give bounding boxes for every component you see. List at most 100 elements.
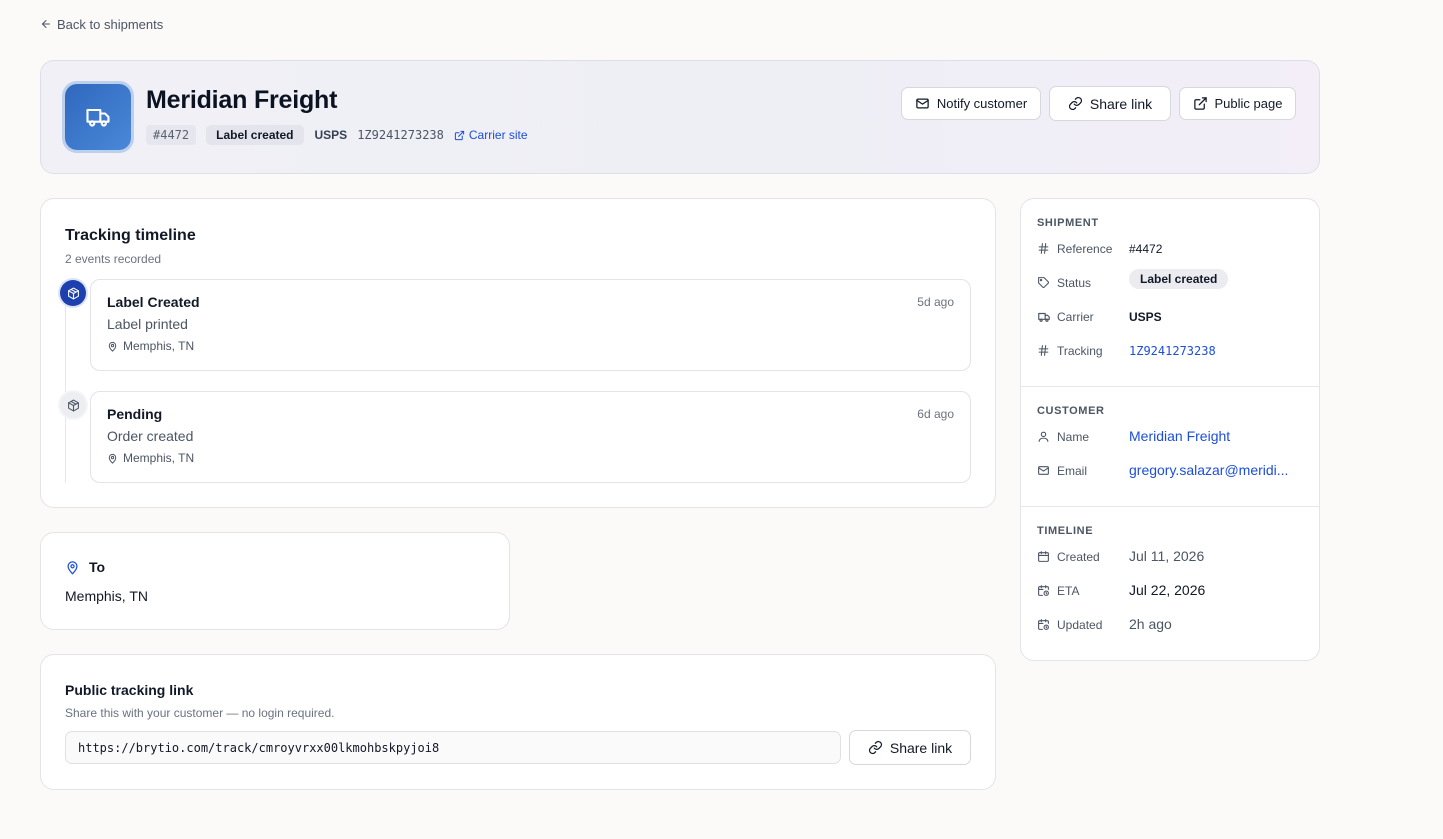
reference-field: Reference #4472 (1037, 239, 1303, 261)
email-label: Email (1057, 464, 1088, 478)
reference-badge: #4472 (146, 125, 197, 145)
event-time: 5d ago (917, 295, 954, 309)
status-badge: Label created (206, 125, 304, 145)
event-description: Label printed (107, 316, 188, 332)
public-link-title: Public tracking link (65, 682, 194, 698)
event-location-label: Memphis, TN (123, 339, 195, 353)
event-location: Memphis, TN (107, 339, 194, 353)
public-tracking-link-card: Public tracking link Share this with you… (40, 654, 996, 790)
calendar-clock-icon (1037, 618, 1051, 632)
public-page-label: Public page (1214, 96, 1283, 111)
created-value: Jul 11, 2026 (1129, 548, 1205, 564)
carrier-site-label: Carrier site (468, 128, 528, 142)
status-label: Status (1057, 276, 1092, 290)
destination-label: To (89, 559, 106, 575)
tracking-timeline-card: Tracking timeline 2 events recorded Labe… (40, 198, 996, 508)
external-link-icon (454, 130, 465, 141)
status-field: Status Label created (1037, 269, 1303, 295)
timeline-subtitle: 2 events recorded (65, 252, 162, 266)
event-description: Order created (107, 428, 194, 444)
timeline-event: Label Created 5d ago Label printed Memph… (90, 279, 971, 371)
carrier-label: Carrier (1057, 310, 1094, 324)
share-link-label: Share link (889, 739, 953, 756)
mail-icon (1037, 464, 1051, 478)
shipment-avatar (65, 84, 131, 150)
public-link-subtitle: Share this with your customer — no login… (65, 706, 335, 720)
tag-icon (1037, 276, 1051, 290)
section-divider (1021, 506, 1319, 507)
reference-value: #4472 (1129, 242, 1163, 256)
hash-icon (1037, 242, 1051, 256)
reference-label: Reference (1057, 242, 1113, 256)
event-title: Pending (107, 406, 163, 422)
map-pin-icon (65, 560, 80, 575)
external-link-icon (1193, 96, 1208, 111)
customer-name-field: Name Meridian Freight (1037, 427, 1303, 449)
updated-value: 2h ago (1129, 616, 1172, 632)
share-link-button[interactable]: Share link (849, 730, 971, 765)
shipment-details-sidebar: SHIPMENT Reference #4472 Status Label cr… (1020, 198, 1320, 661)
timeline-dot-inactive (60, 392, 86, 418)
truck-icon (84, 103, 112, 131)
public-url-field[interactable] (65, 731, 841, 764)
notify-customer-label: Notify customer (936, 96, 1028, 111)
hash-icon (1037, 344, 1051, 358)
tracking-label: Tracking (1057, 344, 1103, 358)
destination-card: To Memphis, TN (40, 532, 510, 630)
shipment-section-heading: SHIPMENT (1037, 217, 1099, 229)
eta-value: Jul 22, 2026 (1129, 582, 1206, 598)
arrow-left-icon (40, 18, 52, 30)
eta-field: ETA Jul 22, 2026 (1037, 581, 1303, 603)
timeline-dot-active (60, 280, 86, 306)
mail-icon (915, 96, 930, 111)
carrier-site-link[interactable]: Carrier site (454, 128, 528, 142)
name-label: Name (1057, 430, 1090, 444)
map-pin-icon (107, 341, 118, 352)
package-icon (67, 287, 80, 300)
link-icon (1068, 96, 1083, 111)
tracking-field: Tracking 1Z9241273238 (1037, 341, 1303, 363)
user-icon (1037, 430, 1051, 444)
share-link-label: Share link (1089, 95, 1153, 112)
customer-section-heading: CUSTOMER (1037, 405, 1105, 417)
calendar-icon (1037, 550, 1051, 564)
carrier-value: USPS (1129, 310, 1162, 324)
event-time: 6d ago (917, 407, 954, 421)
page-title: Meridian Freight (146, 86, 338, 114)
notify-customer-button[interactable]: Notify customer (901, 87, 1041, 120)
updated-label: Updated (1057, 618, 1103, 632)
back-to-shipments-link[interactable]: Back to shipments (40, 16, 163, 32)
status-value: Label created (1129, 269, 1229, 289)
tracking-link[interactable]: 1Z9241273238 (1129, 344, 1216, 358)
map-pin-icon (107, 453, 118, 464)
carrier-name: USPS (314, 128, 348, 142)
truck-icon (1037, 310, 1051, 324)
timeline-section-heading: TIMELINE (1037, 525, 1094, 537)
created-label: Created (1057, 550, 1100, 564)
timeline-connector (65, 293, 66, 483)
destination-value: Memphis, TN (65, 588, 148, 604)
customer-email-link[interactable]: gregory.salazar@meridi... (1129, 462, 1288, 478)
customer-email-field: Email gregory.salazar@meridi... (1037, 461, 1303, 483)
tracking-number: 1Z9241273238 (357, 128, 444, 142)
calendar-clock-icon (1037, 584, 1051, 598)
back-link-label: Back to shipments (57, 16, 164, 32)
destination-header: To (65, 559, 105, 575)
section-divider (1021, 386, 1319, 387)
event-location: Memphis, TN (107, 451, 194, 465)
link-icon (868, 740, 883, 755)
carrier-field: Carrier USPS (1037, 307, 1303, 329)
updated-field: Updated 2h ago (1037, 615, 1303, 637)
shipment-header-card: Meridian Freight #4472 Label created USP… (40, 60, 1320, 174)
event-location-label: Memphis, TN (123, 451, 195, 465)
share-link-button[interactable]: Share link (1049, 86, 1171, 121)
customer-name-link[interactable]: Meridian Freight (1129, 428, 1230, 444)
created-field: Created Jul 11, 2026 (1037, 547, 1303, 569)
status-badge: Label created (1129, 269, 1229, 289)
public-page-button[interactable]: Public page (1179, 87, 1296, 120)
timeline-event: Pending 6d ago Order created Memphis, TN (90, 391, 971, 483)
shipment-meta-row: #4472 Label created USPS 1Z9241273238 Ca… (146, 125, 528, 145)
eta-label: ETA (1057, 584, 1080, 598)
package-icon (67, 399, 80, 412)
event-title: Label Created (107, 294, 200, 310)
